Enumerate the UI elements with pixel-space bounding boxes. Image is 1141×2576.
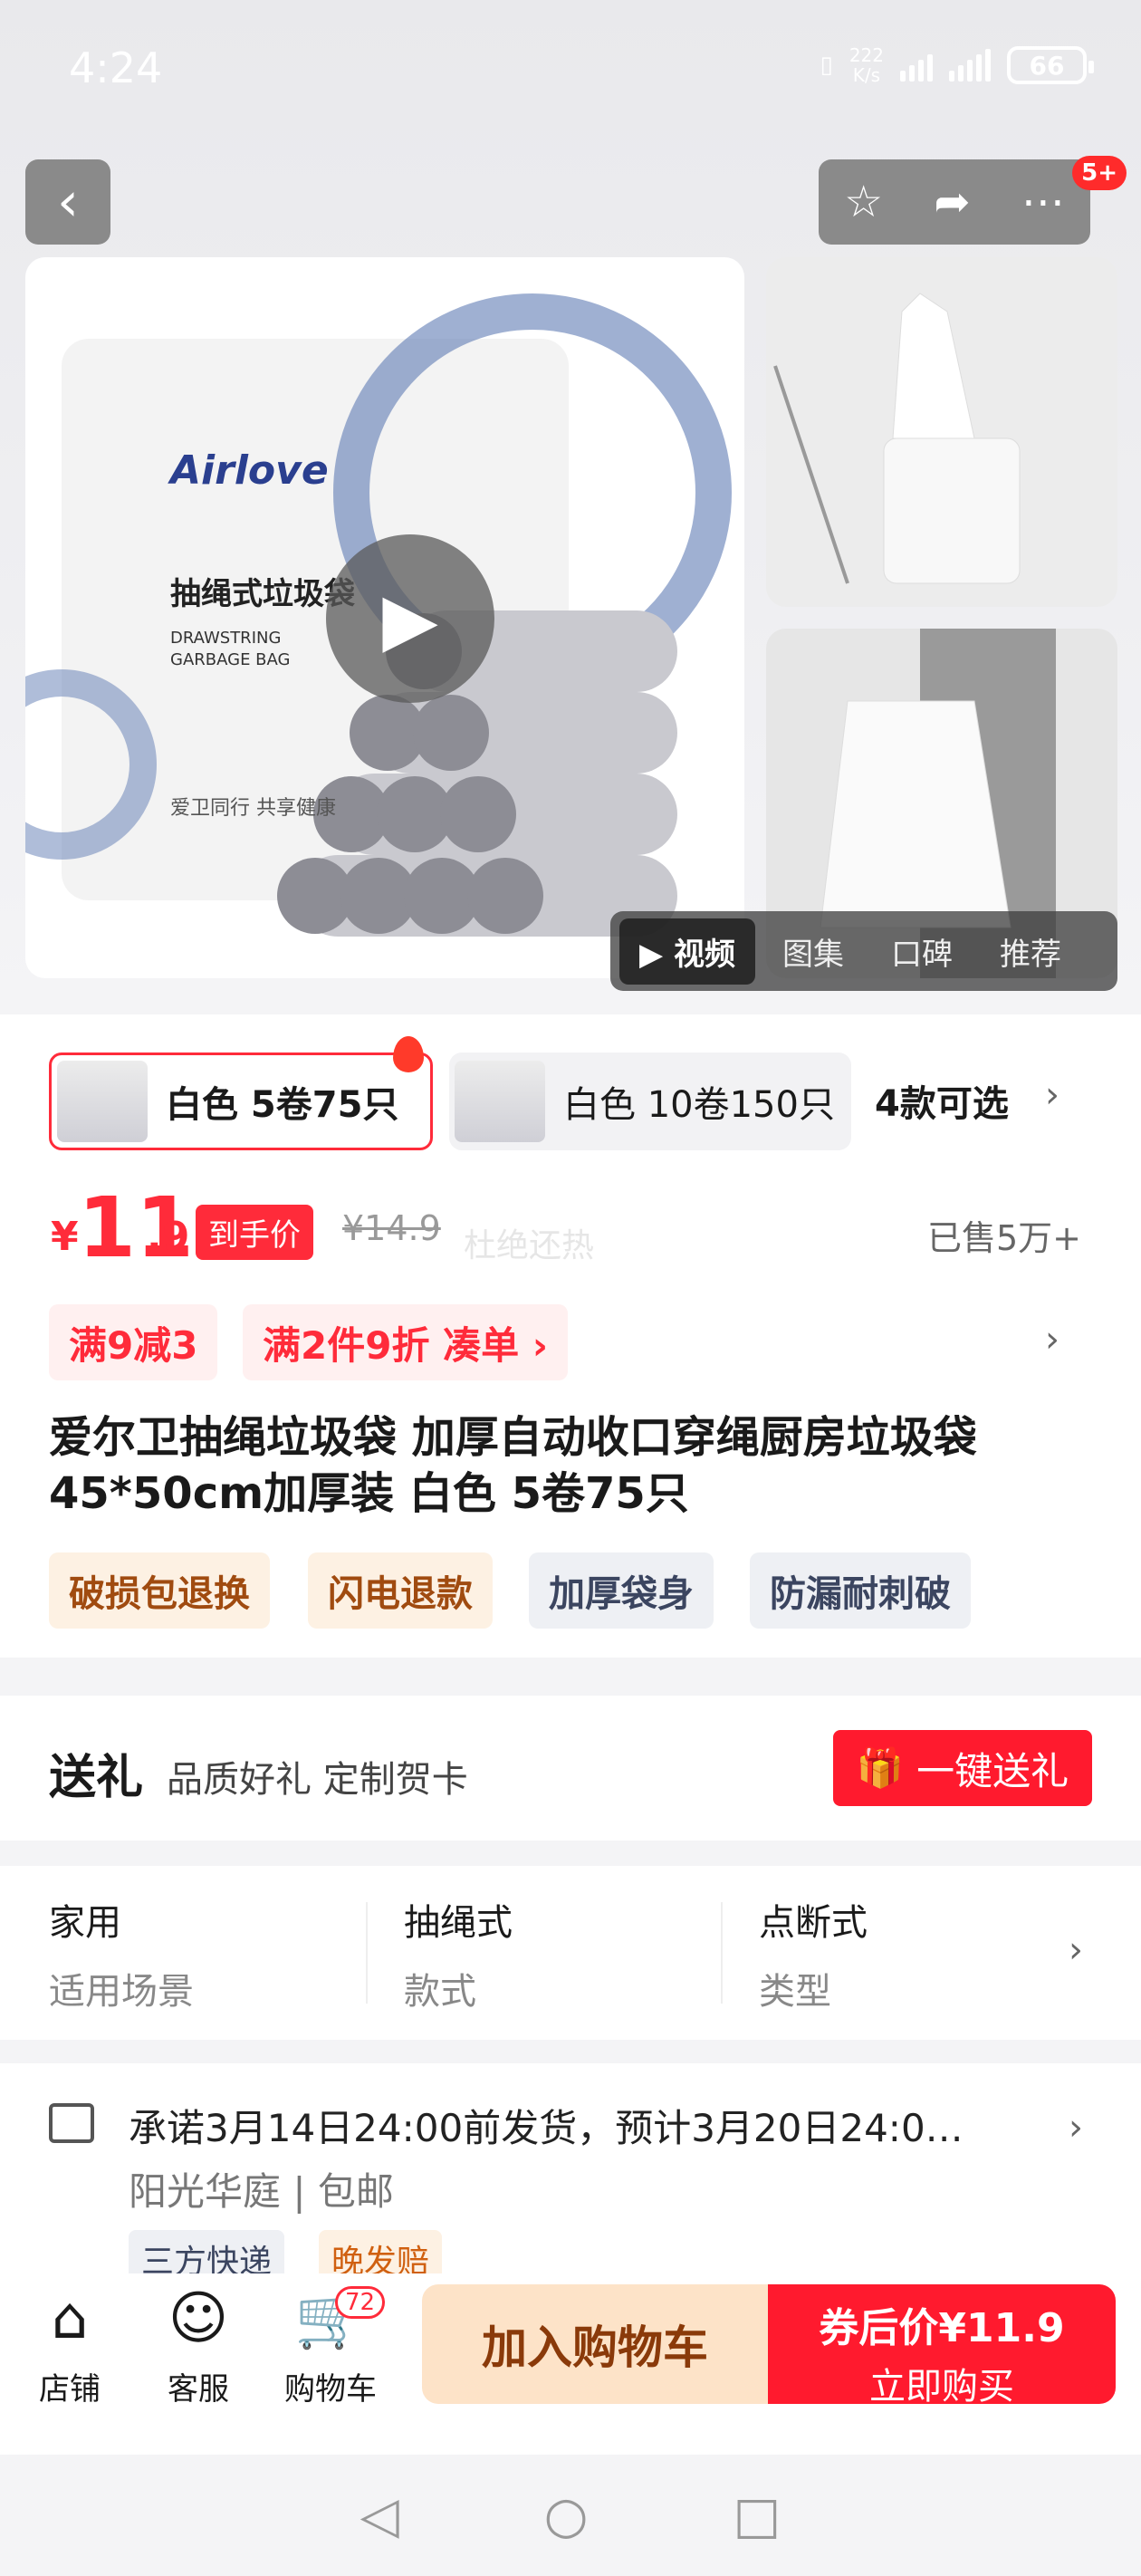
net-speed: 222 K/s: [849, 44, 884, 86]
tab-service[interactable]: ☺ 客服: [149, 2283, 248, 2408]
spec-item: 家用 适用场景: [49, 1893, 194, 2014]
promo-coupon[interactable]: 满9减3: [49, 1304, 218, 1380]
service-tag: 加厚袋身: [529, 1552, 714, 1629]
tab-recommend[interactable]: 推荐: [980, 918, 1081, 985]
final-price-tag: 到手价: [196, 1205, 313, 1260]
tab-store[interactable]: ⌂ 店铺: [20, 2283, 120, 2408]
variant-thumb: [57, 1061, 148, 1142]
product-title: 爱尔卫抽绳垃圾袋 加厚自动收口穿绳厨房垃圾袋45*50cm加厚装 白色 5卷75…: [49, 1412, 977, 1519]
tab-label: 客服: [168, 2371, 229, 2408]
buy-now-label: 立即购买: [869, 2366, 1014, 2408]
back-button[interactable]: ‹: [25, 159, 110, 245]
nav-back-icon[interactable]: ◁: [360, 2486, 399, 2545]
spec-value: 家用: [49, 1902, 121, 1944]
delivery-truck-icon: [49, 2103, 94, 2143]
play-video-button[interactable]: ▶: [326, 534, 494, 703]
nav-recents-icon[interactable]: □: [734, 2486, 781, 2545]
media-tabs: ▶ 视频 图集 口碑 推荐: [610, 911, 1117, 991]
side-image-1[interactable]: [766, 257, 1117, 607]
spec-item: 抽绳式 款式: [404, 1893, 513, 2014]
variant-label: 白色 5卷75只: [166, 1084, 399, 1126]
header-actions: ☆ ➦ ⋯: [819, 159, 1090, 245]
battery-icon: 66: [1007, 46, 1094, 84]
gift-subtitle: 品质好礼 定制贺卡: [167, 1759, 468, 1801]
send-gift-button[interactable]: 🎁 一键送礼: [833, 1730, 1092, 1806]
shipping-promise: 承诺3月14日24:00前发货，预计3月20日24:0…: [129, 2106, 964, 2150]
sold-count: 已售5万+: [926, 1218, 1081, 1258]
service-tag: 闪电退款: [308, 1552, 493, 1629]
spec-item: 点断式 类型: [759, 1893, 868, 2014]
gift-label: 送礼: [49, 1751, 144, 1805]
vibrate-icon: ▯: [820, 52, 833, 79]
spec-value: 抽绳式: [404, 1902, 513, 1944]
cart-count-badge: 72: [335, 2286, 386, 2319]
send-gift-label: 一键送礼: [916, 1748, 1069, 1793]
package-slogan: 爱卫同行 共享健康: [170, 797, 336, 820]
price-decimal: .9: [147, 1214, 190, 1260]
tab-reviews[interactable]: 口碑: [871, 918, 973, 985]
signal-icon-2: [949, 49, 991, 82]
service-tag: 破损包退换: [49, 1552, 270, 1629]
brand-logo: Airlove: [170, 447, 329, 494]
spec-key: 适用场景: [49, 1971, 194, 2013]
variant-label: 白色 10卷150只: [563, 1084, 835, 1126]
coupon-price-label: 券后价¥11.9: [819, 2305, 1065, 2351]
divider: [721, 1902, 723, 2004]
more-variants-link[interactable]: 4款可选: [875, 1074, 1009, 1127]
shipping-address: 阳光华庭 | 包邮: [129, 2169, 394, 2214]
package-label-en2: GARBAGE BAG: [170, 650, 291, 669]
share-icon[interactable]: ➦: [934, 177, 970, 227]
more-icon[interactable]: ⋯: [1021, 177, 1065, 227]
tab-album[interactable]: 图集: [762, 918, 864, 985]
promo-bundle[interactable]: 满2件9折 凑单 ›: [243, 1304, 569, 1380]
tab-video[interactable]: ▶ 视频: [619, 918, 755, 985]
spec-key: 类型: [759, 1971, 831, 2013]
smiley-icon: ☺: [168, 2285, 229, 2352]
chevron-left-icon: ‹: [57, 170, 79, 234]
buy-now-button[interactable]: 券后价¥11.9 立即购买: [768, 2284, 1116, 2408]
watermark-text: 杜绝还热: [464, 1227, 595, 1264]
variant-selected[interactable]: 白色 5卷75只: [49, 1053, 433, 1150]
package-label-en1: DRAWSTRING: [170, 629, 282, 648]
variant-option[interactable]: 白色 10卷150只: [449, 1053, 851, 1150]
chevron-right-icon[interactable]: ›: [1045, 1074, 1060, 1116]
main-product-image[interactable]: Airlove 抽绳式垃圾袋 DRAWSTRING GARBAGE BAG 爱卫…: [25, 257, 744, 978]
system-nav-bar: ◁ ○ □: [0, 2455, 1141, 2576]
gift-icon: 🎁: [856, 1745, 905, 1790]
favorite-star-icon[interactable]: ☆: [844, 177, 883, 227]
tab-label: 购物车: [284, 2371, 377, 2408]
chevron-right-icon[interactable]: ›: [1045, 1319, 1060, 1360]
hot-flame-icon: [393, 1036, 424, 1072]
tab-label: 店铺: [39, 2371, 101, 2408]
play-icon: ▶: [382, 576, 438, 661]
price-currency: ¥: [51, 1214, 79, 1260]
chevron-right-icon[interactable]: ›: [1069, 2107, 1083, 2148]
message-badge: 5+: [1072, 156, 1127, 190]
signal-icon: [900, 49, 933, 82]
service-tag: 防漏耐刺破: [750, 1552, 971, 1629]
original-price: ¥14.9: [342, 1208, 441, 1248]
spec-key: 款式: [404, 1971, 476, 2013]
store-icon: ⌂: [51, 2285, 89, 2352]
status-time: 4:24: [69, 43, 163, 92]
variant-thumb: [455, 1061, 545, 1142]
add-to-cart-button[interactable]: 加入购物车: [422, 2284, 768, 2404]
nav-home-icon[interactable]: ○: [544, 2486, 589, 2545]
divider: [366, 1902, 368, 2004]
status-icons: ▯ 222 K/s 66: [820, 44, 1094, 86]
spec-value: 点断式: [759, 1902, 868, 1944]
garbage-bin-photo: [766, 257, 1117, 607]
chevron-right-icon[interactable]: ›: [1069, 1929, 1083, 1971]
